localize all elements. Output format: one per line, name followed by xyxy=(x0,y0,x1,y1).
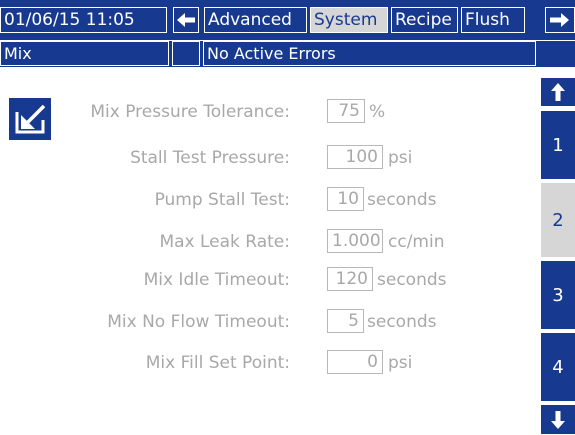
field-mix-fill-set-point: Mix Fill Set Point: 0 psi xyxy=(0,350,541,376)
field-mix-idle-timeout: Mix Idle Timeout: 120 seconds xyxy=(0,267,541,293)
field-label: Mix No Flow Timeout: xyxy=(107,312,290,332)
field-max-leak-rate: Max Leak Rate: 1.000 cc/min xyxy=(0,229,541,255)
field-label: Max Leak Rate: xyxy=(159,232,290,252)
error-status: No Active Errors xyxy=(203,41,536,66)
field-value-input[interactable]: 5 xyxy=(327,309,364,333)
status-indicator xyxy=(172,41,200,66)
field-label: Mix Pressure Tolerance: xyxy=(90,102,290,122)
tab-advanced[interactable]: Advanced xyxy=(204,7,307,33)
field-unit: psi xyxy=(388,148,413,168)
field-value-input[interactable]: 0 xyxy=(327,350,383,374)
field-unit: psi xyxy=(388,353,413,373)
page-2-button[interactable]: 2 xyxy=(541,182,575,258)
page-3-button[interactable]: 3 xyxy=(541,260,575,330)
field-unit: seconds xyxy=(367,312,437,332)
page-4-button[interactable]: 4 xyxy=(541,332,575,402)
tab-system[interactable]: System xyxy=(310,7,388,33)
up-arrow-icon xyxy=(551,83,565,101)
right-arrow-icon xyxy=(550,13,569,27)
field-value-input[interactable]: 10 xyxy=(327,187,364,211)
field-mix-pressure-tolerance: Mix Pressure Tolerance: 75 % xyxy=(0,99,541,125)
field-label: Stall Test Pressure: xyxy=(130,148,290,168)
back-button[interactable] xyxy=(173,7,199,33)
tab-flush[interactable]: Flush xyxy=(461,7,525,33)
field-value-input[interactable]: 120 xyxy=(327,267,373,291)
mode-label: Mix xyxy=(0,41,169,66)
field-unit: seconds xyxy=(367,190,437,210)
field-unit: % xyxy=(369,102,386,122)
tab-recipe[interactable]: Recipe xyxy=(391,7,458,33)
page-1-button[interactable]: 1 xyxy=(541,110,575,180)
left-arrow-icon xyxy=(177,13,195,27)
field-value-input[interactable]: 1.000 xyxy=(327,229,383,253)
scroll-down-button[interactable] xyxy=(541,404,575,435)
field-unit: seconds xyxy=(377,270,447,290)
field-unit: cc/min xyxy=(388,232,445,252)
field-pump-stall-test: Pump Stall Test: 10 seconds xyxy=(0,187,541,213)
field-stall-test-pressure: Stall Test Pressure: 100 psi xyxy=(0,145,541,171)
forward-button[interactable] xyxy=(545,7,575,33)
field-label: Mix Idle Timeout: xyxy=(143,270,290,290)
field-value-input[interactable]: 100 xyxy=(327,145,383,169)
field-mix-no-flow-timeout: Mix No Flow Timeout: 5 seconds xyxy=(0,309,541,335)
field-label: Mix Fill Set Point: xyxy=(145,353,290,373)
down-arrow-icon xyxy=(551,410,565,429)
field-value-input[interactable]: 75 xyxy=(327,99,365,123)
field-label: Pump Stall Test: xyxy=(154,190,290,210)
datetime: 01/06/15 11:05 xyxy=(0,7,167,33)
scroll-up-button[interactable] xyxy=(541,77,575,107)
